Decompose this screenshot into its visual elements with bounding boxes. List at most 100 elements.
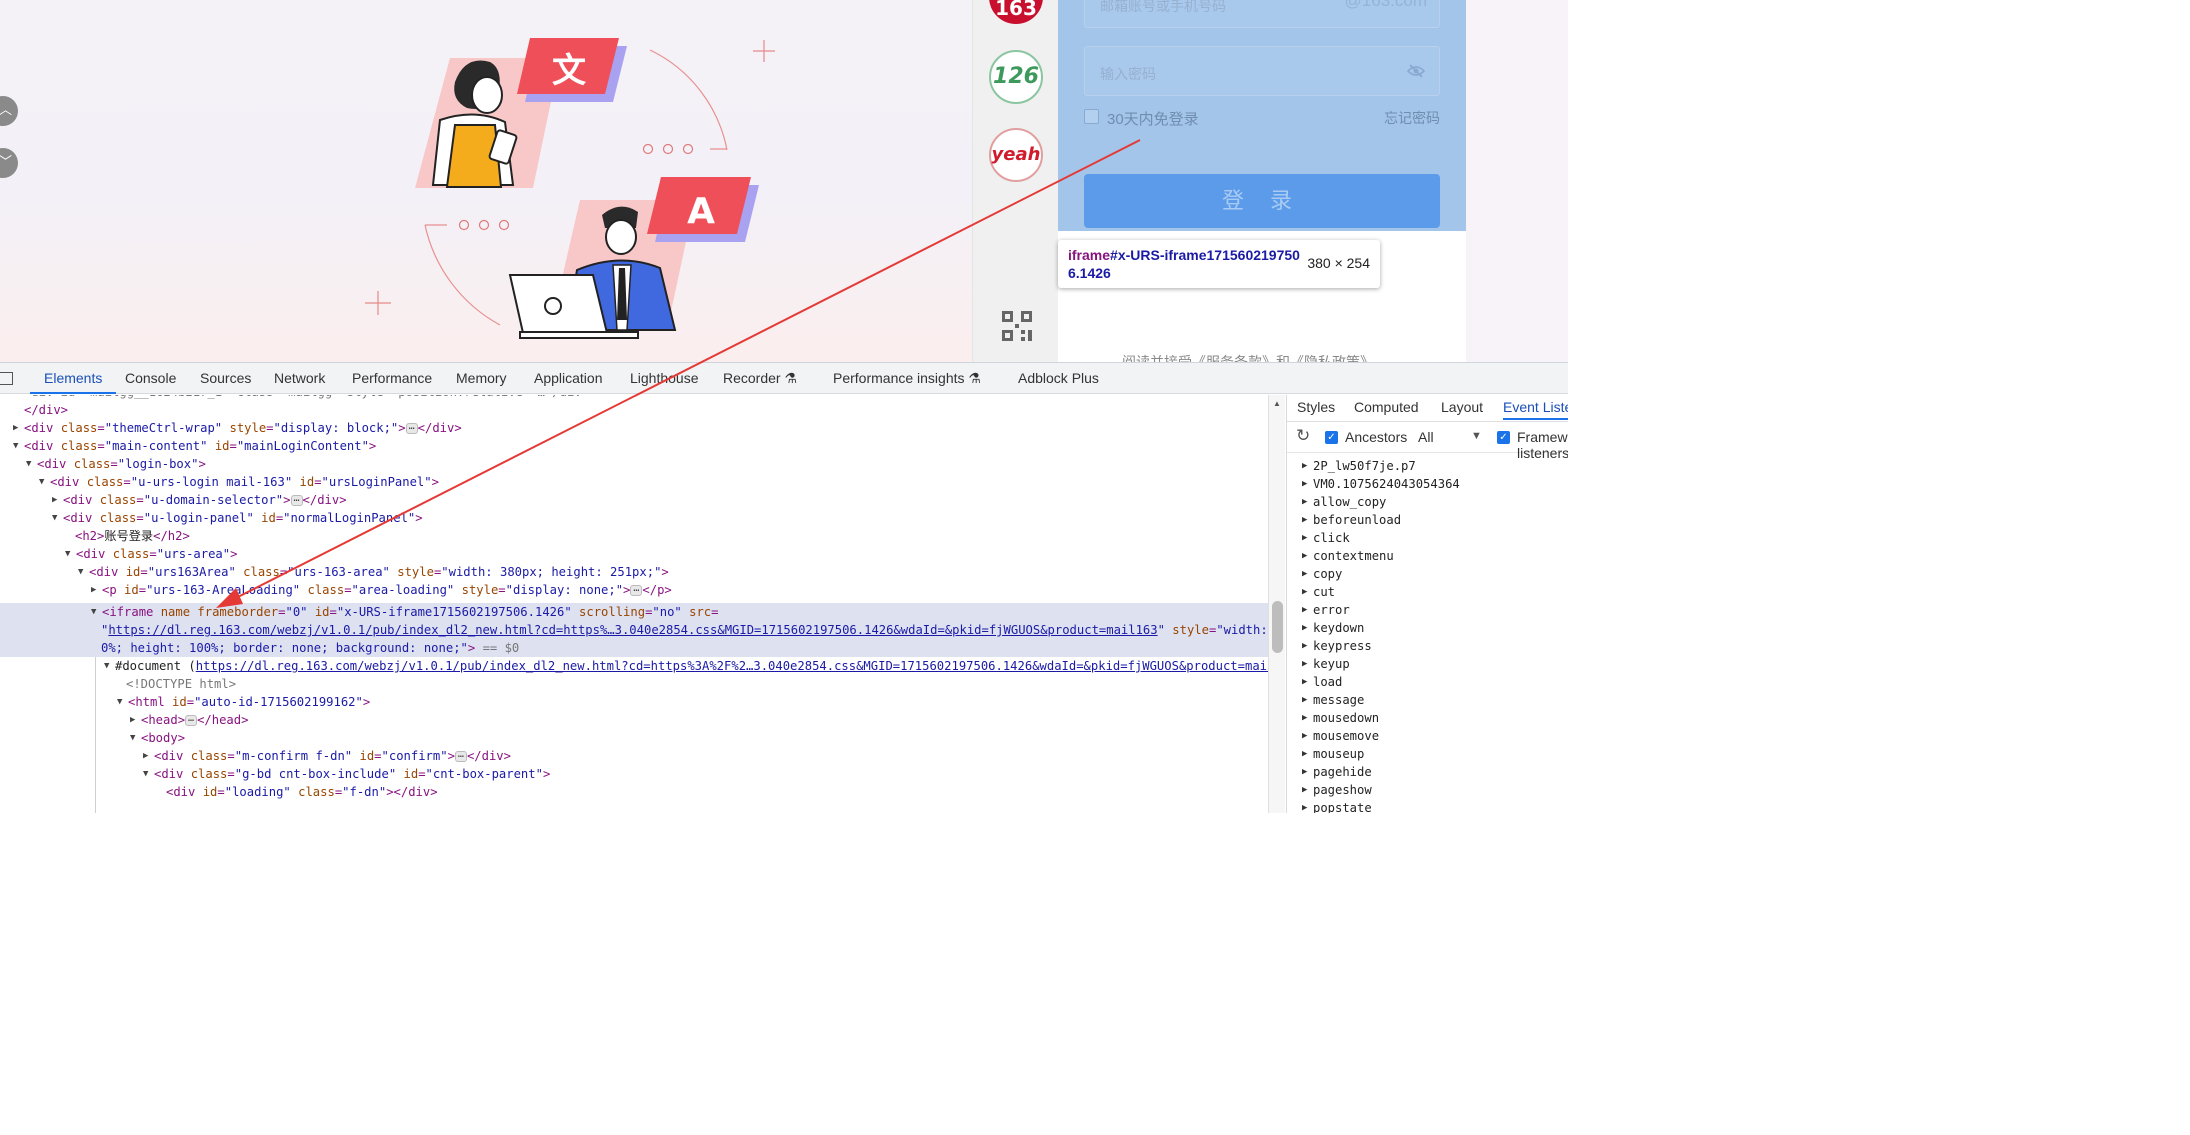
event-listener-item[interactable]: ▶ beforeunload (1302, 511, 1401, 529)
event-listener-item[interactable]: ▶ mousedown (1302, 709, 1379, 727)
ellipsis-badge[interactable]: … (185, 714, 198, 726)
expand-triangle-icon[interactable]: ▶ (130, 711, 141, 729)
document-url-link[interactable]: https://dl.reg.163.com/webzj/v1.0.1/pub/… (196, 659, 1268, 673)
event-listener-item[interactable]: ▶ 2P_lw50f7je.p7 (1302, 457, 1416, 475)
collapse-triangle-icon[interactable]: ▼ (143, 765, 154, 783)
dom-line[interactable]: ▶ <div class="m-confirm f-dn" id="confirm… (143, 747, 511, 765)
dom-line[interactable]: ▶ <div class="u-domain-selector">… </div> (52, 491, 347, 509)
tab-application[interactable]: Application (534, 363, 603, 394)
event-listener-item[interactable]: ▶ keyup (1302, 655, 1350, 673)
tab-recorder[interactable]: Recorder ⚗ (723, 363, 797, 394)
scroll-up-arrow-icon[interactable]: ▲ (1273, 399, 1281, 408)
collapse-triangle-icon[interactable]: ▼ (13, 437, 24, 455)
collapse-triangle-icon[interactable]: ▼ (104, 657, 115, 675)
iframe-src-link[interactable]: https://dl.reg.163.com/webzj/v1.0.1/pub/… (108, 623, 1157, 637)
ellipsis-badge[interactable]: … (630, 584, 643, 596)
event-listener-item[interactable]: ▶ load (1302, 673, 1342, 691)
dom-line[interactable]: <h2>账号登录</h2> (75, 527, 190, 545)
dom-scrollbar[interactable]: ▲ (1268, 395, 1285, 813)
tab-elements[interactable]: Elements (30, 363, 117, 394)
forgot-password-link[interactable]: 忘记密码 (1384, 108, 1440, 128)
event-listener-item[interactable]: ▶ pagehide (1302, 763, 1372, 781)
tab-layout[interactable]: Layout (1441, 399, 1483, 415)
dom-line[interactable]: ▼ <body> (130, 729, 185, 747)
collapse-triangle-icon[interactable]: ▼ (52, 509, 63, 527)
password-input[interactable]: 输入密码 (1084, 46, 1440, 96)
tab-console[interactable]: Console (125, 363, 176, 394)
framework-checkbox[interactable]: ✓ (1497, 431, 1510, 444)
event-listener-item[interactable]: ▶ mousemove (1302, 727, 1379, 745)
dom-line[interactable]: ▼ <div id="urs163Area" class="urs-163-are… (78, 563, 669, 581)
scrollbar-thumb[interactable] (1272, 601, 1283, 653)
event-listener-item[interactable]: ▶ keypress (1302, 637, 1372, 655)
ancestors-checkbox[interactable]: ✓ (1325, 431, 1338, 444)
dom-line[interactable]: ▼ <div class="g-bd cnt-box-include" id="c… (143, 765, 550, 783)
tab-performance[interactable]: Performance (352, 363, 432, 394)
event-listener-item[interactable]: ▶ contextmenu (1302, 547, 1394, 565)
collapse-triangle-icon[interactable]: ▼ (78, 563, 89, 581)
dom-line[interactable]: ▼ <html id="auto-id-1715602199162"> (117, 693, 370, 711)
tab-computed[interactable]: Computed (1354, 399, 1419, 415)
event-listener-item[interactable]: ▶ VM0.1075624043054364 (1302, 475, 1460, 493)
collapse-triangle-icon[interactable]: ▼ (39, 473, 50, 491)
dom-line[interactable]: ▶ <div class="themeCtrl-wrap" style="disp… (13, 419, 462, 437)
qr-code-icon[interactable] (1001, 310, 1033, 342)
device-toolbar-icon[interactable] (0, 372, 13, 385)
collapse-triangle-icon[interactable]: ▼ (91, 603, 102, 621)
event-listener-item[interactable]: ▶ error (1302, 601, 1350, 619)
event-listener-item[interactable]: ▶ allow_copy (1302, 493, 1386, 511)
dom-line[interactable]: <div id="mailgg__1624b217_1" class="mail… (24, 395, 589, 401)
expand-triangle-icon[interactable]: ▶ (13, 419, 24, 437)
collapse-triangle-icon[interactable]: ▼ (117, 693, 128, 711)
filter-select[interactable]: All (1418, 429, 1434, 445)
event-listener-item[interactable]: ▶ keydown (1302, 619, 1364, 637)
dom-line-selected-iframe[interactable]: ▼ <iframe name frameborder="0" id="x-URS-… (91, 603, 718, 621)
brand-163-logo[interactable]: 163 (989, 0, 1043, 24)
dom-line[interactable]: ▼ #document (https://dl.reg.163.com/webzj… (104, 657, 1268, 675)
eye-hidden-icon[interactable] (1407, 64, 1425, 78)
event-listener-item[interactable]: ▶ cut (1302, 583, 1335, 601)
dom-line[interactable]: <!DOCTYPE html> (126, 675, 236, 693)
tab-lighthouse[interactable]: Lighthouse (630, 363, 699, 394)
collapse-triangle-icon[interactable]: ▼ (130, 729, 141, 747)
tab-sources[interactable]: Sources (200, 363, 251, 394)
scroll-up-button[interactable]: ︿ (0, 96, 18, 126)
event-listener-item[interactable]: ▶ pageshow (1302, 781, 1372, 799)
dom-line[interactable]: ▼ <div class="main-content" id="mainLogin… (13, 437, 376, 455)
expand-triangle-icon[interactable]: ▶ (52, 491, 63, 509)
tab-network[interactable]: Network (274, 363, 325, 394)
event-listener-item[interactable]: ▶ popstate (1302, 799, 1372, 813)
dom-line[interactable]: ▶ <head>… </head> (130, 711, 248, 729)
collapse-triangle-icon[interactable]: ▼ (26, 455, 37, 473)
dom-line[interactable]: ▼ <div class="urs-area"> (65, 545, 237, 563)
dom-line[interactable]: "https://dl.reg.163.com/webzj/v1.0.1/pub… (101, 621, 1268, 639)
dom-line[interactable]: ▼ <div class="u-login-panel" id="normalLo… (52, 509, 423, 527)
brand-126-logo[interactable]: 126 (989, 50, 1043, 104)
tab-event-listeners[interactable]: Event Listeners (1503, 399, 1568, 420)
refresh-icon[interactable]: ↻ (1296, 426, 1310, 446)
event-listener-item[interactable]: ▶ mouseup (1302, 745, 1364, 763)
collapse-triangle-icon[interactable]: ▼ (65, 545, 76, 563)
remember-checkbox[interactable] (1084, 109, 1099, 124)
tab-memory[interactable]: Memory (456, 363, 507, 394)
dom-line[interactable]: ▶ <p id="urs-163-AreaLoading" class="area… (91, 581, 672, 599)
ellipsis-badge[interactable]: … (405, 422, 418, 434)
event-listener-item[interactable]: ▶ message (1302, 691, 1364, 709)
dom-line[interactable]: ▼ <div class="login-box"> (26, 455, 206, 473)
tab-styles[interactable]: Styles (1297, 399, 1335, 415)
ellipsis-badge[interactable]: … (454, 750, 467, 762)
event-listener-item[interactable]: ▶ copy (1302, 565, 1342, 583)
expand-triangle-icon[interactable]: ▶ (91, 581, 102, 599)
scroll-down-button[interactable]: ﹀ (0, 148, 18, 178)
dom-line[interactable]: 0%; height: 100%; border: none; backgrou… (101, 639, 519, 657)
expand-triangle-icon[interactable]: ▶ (143, 747, 154, 765)
brand-yeah-logo[interactable]: yeah (989, 128, 1043, 182)
dom-line[interactable]: </div> (24, 401, 68, 419)
tab-performance-insights[interactable]: Performance insights ⚗ (833, 363, 981, 394)
ellipsis-badge[interactable]: … (290, 494, 303, 506)
dropdown-arrow-icon[interactable]: ▼ (1471, 430, 1482, 442)
dom-line[interactable]: <div id="loading" class="f-dn"></div> (166, 783, 438, 801)
event-listener-item[interactable]: ▶ click (1302, 529, 1350, 547)
tab-adblock-plus[interactable]: Adblock Plus (1018, 363, 1099, 394)
account-input[interactable]: 邮箱账号或手机号码 @163.com (1084, 0, 1440, 28)
